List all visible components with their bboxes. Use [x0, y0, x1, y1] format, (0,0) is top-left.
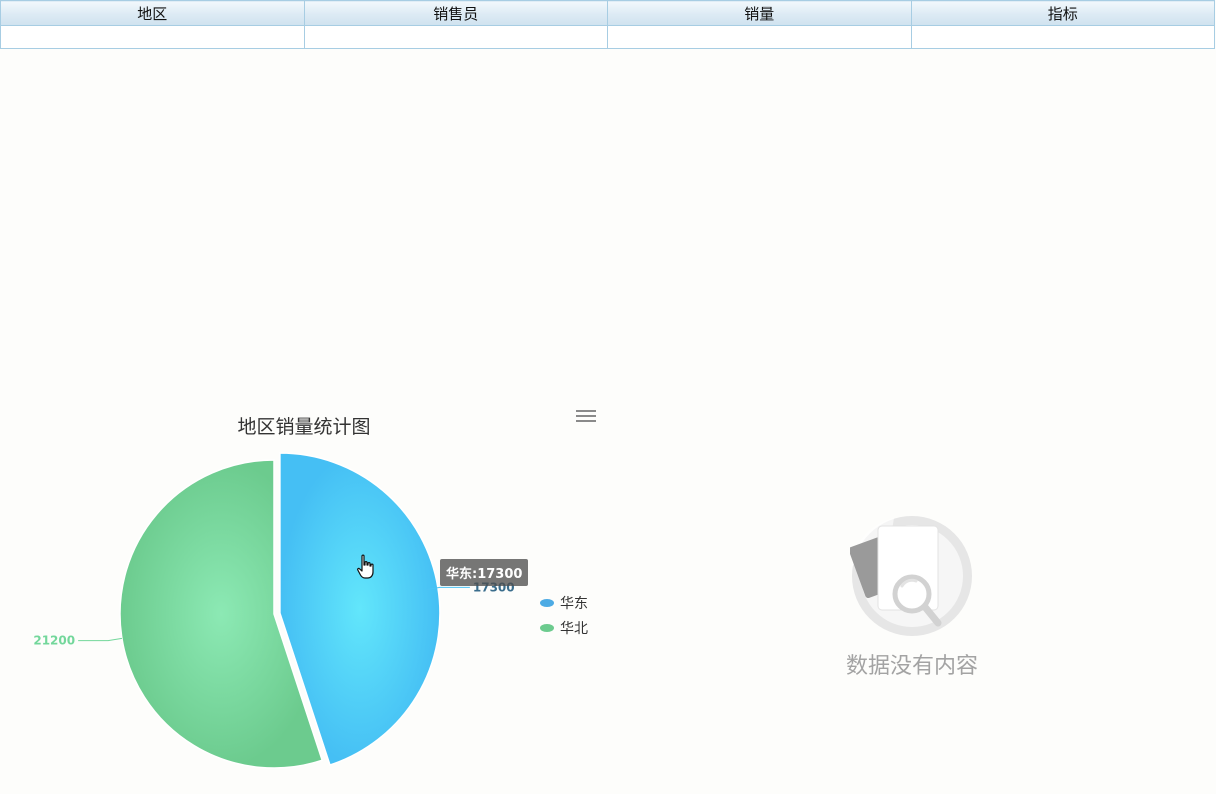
legend-swatch-north — [540, 623, 554, 632]
hamburger-menu-icon[interactable] — [576, 410, 596, 424]
legend-label-north: 华北 — [560, 620, 588, 637]
empty-state-panel: 数据没有内容 — [608, 400, 1216, 794]
chart-legend: 华东 华北 — [540, 590, 588, 640]
report-table: 地区 销售员 销量 指标 — [0, 0, 1215, 49]
table-cell[interactable] — [910, 25, 1215, 49]
table-cell[interactable] — [607, 25, 912, 49]
legend-swatch-east — [540, 598, 554, 607]
column-header-salesperson[interactable]: 销售员 — [303, 0, 608, 26]
legend-item-east[interactable]: 华东 — [540, 590, 588, 615]
table-header-row: 地区 销售员 销量 指标 — [0, 0, 1215, 26]
table-cell[interactable] — [0, 25, 305, 49]
pie-chart: 1730021200 — [33, 452, 515, 769]
report-page: 地区 销售员 销量 指标 17300 21200 地区销量统计图 华东 华北 华… — [0, 0, 1216, 794]
chart-tooltip: 华东:17300 — [440, 559, 529, 586]
column-header-sales[interactable]: 销量 — [607, 0, 912, 26]
table-row — [0, 25, 1215, 49]
column-header-target[interactable]: 指标 — [910, 0, 1215, 26]
data-label-north: 21200 — [33, 634, 75, 648]
table-cell[interactable] — [303, 25, 608, 49]
empty-state-message: 数据没有内容 — [845, 654, 978, 679]
empty-document-search-icon — [850, 516, 972, 636]
pie-chart-panel: 17300 21200 地区销量统计图 华东 华北 华东:17300 — [0, 400, 608, 794]
legend-item-north[interactable]: 华北 — [540, 615, 588, 640]
column-header-region[interactable]: 地区 — [0, 0, 305, 26]
label-leader-line — [78, 637, 123, 642]
legend-label-east: 华东 — [560, 595, 588, 612]
chart-title: 地区销量统计图 — [237, 416, 371, 438]
hand-cursor-icon — [357, 554, 374, 579]
